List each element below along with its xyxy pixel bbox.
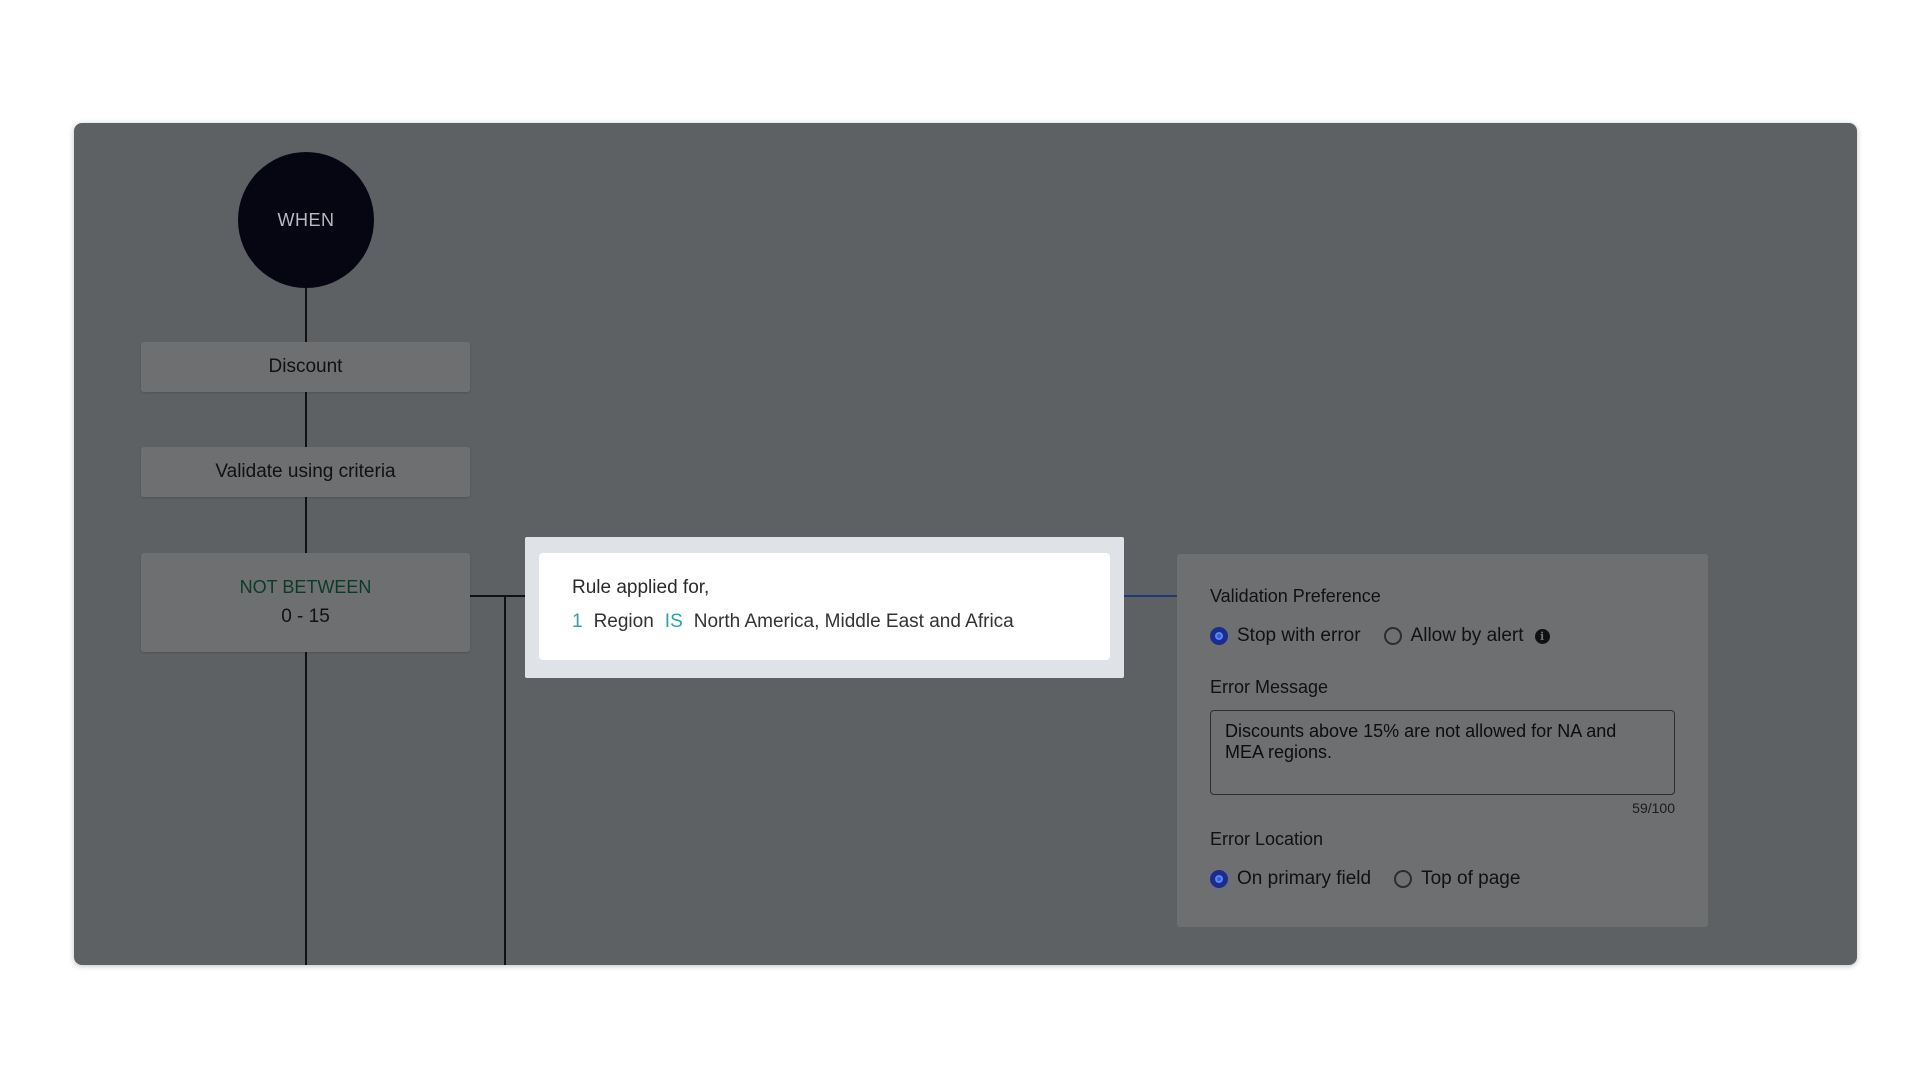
criteria-node[interactable]: NOT BETWEEN 0 - 15	[141, 553, 470, 652]
error-location-label: Error Location	[1210, 829, 1324, 849]
field-node-discount[interactable]: Discount	[141, 342, 470, 392]
radio-unselected-icon[interactable]	[1394, 870, 1413, 888]
radio-selected-icon[interactable]	[1210, 870, 1228, 888]
radio-label: Top of page	[1421, 868, 1521, 889]
connector-line	[305, 497, 307, 553]
rule-card[interactable]: Rule applied for, 1 Region IS North Amer…	[539, 553, 1110, 660]
error-message-label: Error Message	[1210, 677, 1329, 697]
radio-stop-with-error[interactable]: Stop with error	[1210, 625, 1361, 647]
workflow-canvas: WHEN Discount Validate using criteria NO…	[74, 123, 1857, 965]
rule-condition-row: 1 Region IS North America, Middle East a…	[572, 611, 1110, 633]
radio-on-primary-field[interactable]: On primary field	[1210, 868, 1371, 890]
when-start-node[interactable]: WHEN	[238, 152, 374, 288]
connector-line	[504, 595, 506, 965]
radio-selected-icon[interactable]	[1210, 627, 1228, 645]
connector-line	[305, 392, 307, 447]
radio-top-of-page[interactable]: Top of page	[1394, 868, 1520, 890]
info-icon[interactable]: i	[1534, 628, 1550, 644]
validate-node[interactable]: Validate using criteria	[141, 447, 470, 497]
radio-allow-by-alert[interactable]: Allow by alert	[1383, 625, 1524, 647]
radio-unselected-icon[interactable]	[1383, 627, 1402, 645]
radio-label: Allow by alert	[1410, 625, 1524, 646]
rule-field: Region	[593, 611, 654, 632]
rule-operator: IS	[664, 611, 683, 632]
criteria-operator: NOT BETWEEN	[239, 577, 372, 597]
connector-line	[305, 288, 307, 342]
char-counter: 59/100	[1632, 800, 1675, 816]
rule-title: Rule applied for,	[572, 577, 710, 598]
radio-label: Stop with error	[1237, 625, 1361, 646]
criteria-range: 0 - 15	[281, 606, 330, 627]
rule-index: 1	[572, 611, 583, 632]
connector-line	[305, 652, 307, 965]
validate-node-label: Validate using criteria	[215, 461, 396, 482]
validation-preference-group: Stop with error Allow by alert i	[1210, 625, 1550, 647]
validation-preference-label: Validation Preference	[1210, 586, 1381, 606]
when-label: WHEN	[277, 209, 335, 230]
rule-value: North America, Middle East and Africa	[693, 611, 1014, 632]
error-message-textarea[interactable]: Discounts above 15% are not allowed for …	[1210, 710, 1675, 795]
connector-line	[470, 595, 525, 597]
connector-line	[1124, 595, 1177, 597]
radio-label: On primary field	[1237, 868, 1372, 889]
field-node-label: Discount	[268, 356, 343, 377]
error-location-group: On primary field Top of page	[1210, 868, 1543, 890]
validation-panel: Validation Preference Stop with error Al…	[1177, 554, 1708, 927]
